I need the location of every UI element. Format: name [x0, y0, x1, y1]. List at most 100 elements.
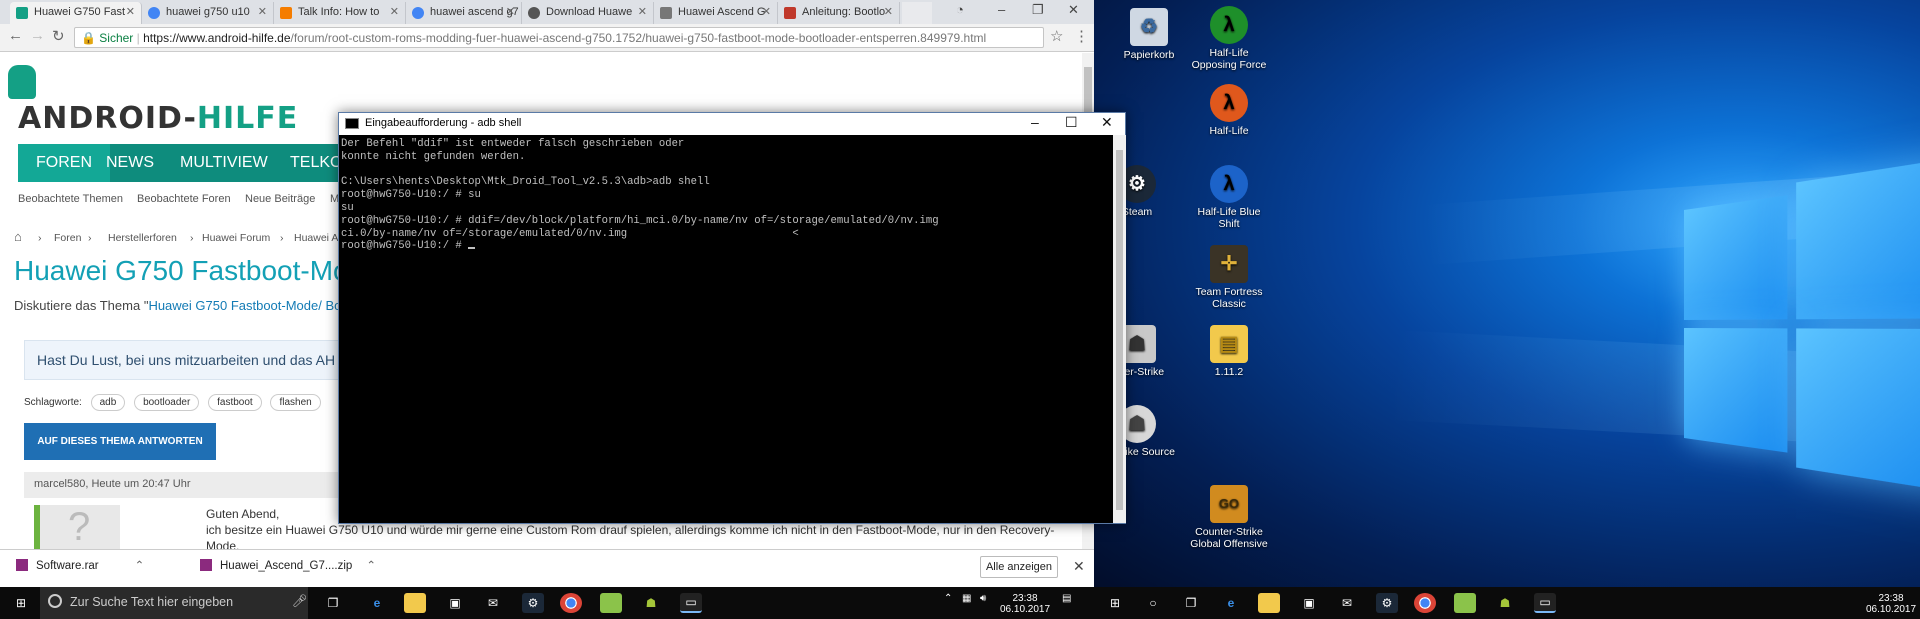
chrome-icon[interactable] [560, 593, 582, 613]
cortana-icon[interactable]: ○ [1142, 593, 1164, 613]
restore-icon[interactable]: ❐ [1032, 2, 1044, 18]
url-field[interactable]: 🔒 Sicher | https://www.android-hilfe.de/… [74, 27, 1044, 48]
desktop-icon-papierkorb[interactable]: ♻ Papierkorb [1106, 8, 1192, 61]
download-item[interactable]: Huawei_Ascend_G7....zip ⌃ [200, 558, 376, 572]
cmd-console[interactable]: Der Befehl "ddif" ist entweder falsch ge… [339, 135, 1113, 523]
browser-tab[interactable]: huawei g750 u10 ✕ [142, 2, 274, 24]
browser-tab[interactable]: Huawei G750 Fast ✕ [10, 2, 142, 24]
browser-tab[interactable]: Download Huawe ✕ [522, 2, 654, 24]
reply-button[interactable]: AUF DIESES THEMA ANTWORTEN [24, 423, 216, 460]
breadcrumb-item[interactable]: Foren [54, 232, 81, 244]
close-icon[interactable]: ✕ [884, 5, 893, 18]
browser-tab[interactable]: Talk Info: How to ✕ [274, 2, 406, 24]
scrollbar-thumb[interactable] [1116, 150, 1123, 510]
desktop-icon-csgo[interactable]: GO Counter-Strike Global Offensive [1186, 485, 1272, 550]
subnav-watched-threads[interactable]: Beobachtete Themen [18, 193, 123, 205]
file-explorer-icon[interactable] [1258, 593, 1280, 613]
close-icon[interactable]: ✕ [762, 5, 771, 18]
new-tab-button[interactable] [902, 2, 932, 24]
cmd-titlebar[interactable]: Eingabeaufforderung - adb shell – ☐ ✕ [339, 113, 1125, 135]
steam-icon[interactable]: ⚙ [1376, 593, 1398, 613]
cmd-window[interactable]: Eingabeaufforderung - adb shell – ☐ ✕ De… [338, 112, 1126, 524]
desktop-icon-half-life-bs[interactable]: λ Half-Life Blue Shift [1186, 165, 1272, 230]
desktop-icon-tfc[interactable]: ✛ Team Fortress Classic [1186, 245, 1272, 310]
volume-icon[interactable]: 🔊︎ [980, 593, 986, 604]
close-icon[interactable]: ✕ [506, 5, 515, 18]
site-logo[interactable]: ANDROID-HILFE [18, 101, 298, 136]
forward-icon[interactable]: → [30, 27, 45, 44]
android-icon[interactable]: ☗ [640, 593, 662, 613]
chevron-up-icon[interactable]: ⌃ [366, 560, 376, 572]
nav-foren[interactable]: FOREN [18, 144, 110, 182]
nav-telko[interactable]: TELKO [290, 154, 342, 172]
mail-icon[interactable]: ✉ [482, 593, 504, 613]
close-window-icon[interactable]: ✕ [1068, 2, 1079, 18]
download-filename: Huawei_Ascend_G7....zip [220, 560, 353, 572]
site-logo-icon[interactable] [8, 65, 36, 99]
subnav-watched-forums[interactable]: Beobachtete Foren [137, 193, 231, 205]
task-view-icon[interactable]: ❐ [1180, 593, 1202, 613]
close-icon[interactable]: ✕ [1101, 114, 1113, 131]
minimize-icon[interactable]: – [1031, 114, 1039, 130]
desktop-icon-half-life[interactable]: λ Half-Life [1186, 84, 1272, 137]
bookmark-star-icon[interactable]: ☆ [1050, 27, 1063, 45]
tray-chevron-icon[interactable]: ⌃ [944, 593, 952, 604]
notepad-icon[interactable] [600, 593, 622, 613]
nav-news[interactable]: NEWS [106, 154, 154, 172]
desc-link[interactable]: Huawei G750 Fastboot-Mode/ Bo [148, 298, 341, 313]
menu-icon[interactable]: ⋮ [1074, 27, 1089, 45]
android-icon[interactable]: ☗ [1494, 593, 1516, 613]
nav-multiview[interactable]: MULTIVIEW [180, 154, 268, 172]
notepad-icon[interactable] [1454, 593, 1476, 613]
file-explorer-icon[interactable] [404, 593, 426, 613]
avatar[interactable]: ? [34, 505, 120, 549]
desktop-icon-folder[interactable]: ▤ 1.11.2 [1186, 325, 1272, 378]
desktop-icon-half-life-of[interactable]: λ Half-Life Opposing Force [1186, 6, 1272, 71]
maximize-icon[interactable]: ☐ [1065, 114, 1078, 131]
microphone-icon[interactable]: 🎤︎ [292, 594, 308, 609]
close-icon[interactable]: ✕ [390, 5, 399, 18]
clock[interactable]: 23:38 06.10.2017 [1000, 593, 1050, 615]
csgo-icon: GO [1210, 485, 1248, 523]
cmd-taskbar-icon[interactable]: ▭ [680, 593, 702, 613]
tag-fastboot[interactable]: fastboot [208, 394, 262, 411]
breadcrumb-item[interactable]: Huawei As [294, 232, 344, 244]
taskbar-search-input[interactable]: Zur Suche Text hier eingeben 🎤︎ [40, 587, 308, 619]
subnav-new-posts[interactable]: Neue Beiträge [245, 193, 315, 205]
clock[interactable]: 23:38 06.10.2017 [1864, 593, 1918, 615]
tag-flashen[interactable]: flashen [270, 394, 321, 411]
chrome-icon[interactable] [1414, 593, 1436, 613]
tag-adb[interactable]: adb [90, 394, 126, 411]
store-icon[interactable]: ▣ [1298, 593, 1320, 613]
home-icon[interactable]: ⌂ [14, 229, 22, 244]
start-windows-icon[interactable]: ⊞ [10, 593, 32, 613]
store-icon[interactable]: ▣ [444, 593, 466, 613]
reload-icon[interactable]: ↻ [52, 27, 65, 45]
edge-icon[interactable]: e [1220, 593, 1242, 613]
profile-icon[interactable]: ◔ [956, 2, 964, 17]
browser-tab[interactable]: huawei ascend g7 ✕ [406, 2, 522, 24]
edge-icon[interactable]: e [366, 593, 388, 613]
browser-tab[interactable]: Huawei Ascend G ✕ [654, 2, 778, 24]
close-icon[interactable]: ✕ [126, 5, 135, 18]
minimize-icon[interactable]: – [998, 2, 1005, 17]
cmd-taskbar-icon[interactable]: ▭ [1534, 593, 1556, 613]
browser-tab[interactable]: Anleitung: Bootlo ✕ [778, 2, 900, 24]
task-view-icon[interactable]: ❐ [322, 593, 344, 613]
show-all-downloads-button[interactable]: Alle anzeigen [980, 556, 1058, 578]
breadcrumb-item[interactable]: Huawei Forum [202, 232, 270, 244]
network-icon[interactable]: ▦ [962, 593, 971, 604]
cmd-scrollbar[interactable] [1113, 135, 1126, 523]
steam-icon[interactable]: ⚙ [522, 593, 544, 613]
download-item[interactable]: Software.rar ⌃ [16, 558, 144, 572]
close-icon[interactable]: ✕ [638, 5, 647, 18]
chevron-up-icon[interactable]: ⌃ [135, 560, 145, 572]
start-windows-icon[interactable]: ⊞ [1104, 593, 1126, 613]
mail-icon[interactable]: ✉ [1336, 593, 1358, 613]
notification-icon[interactable]: ▤ [1062, 593, 1071, 604]
close-icon[interactable]: ✕ [1073, 558, 1085, 575]
close-icon[interactable]: ✕ [258, 5, 267, 18]
tag-bootloader[interactable]: bootloader [134, 394, 200, 411]
breadcrumb-item[interactable]: Herstellerforen [108, 232, 177, 244]
back-icon[interactable]: ← [8, 27, 23, 44]
